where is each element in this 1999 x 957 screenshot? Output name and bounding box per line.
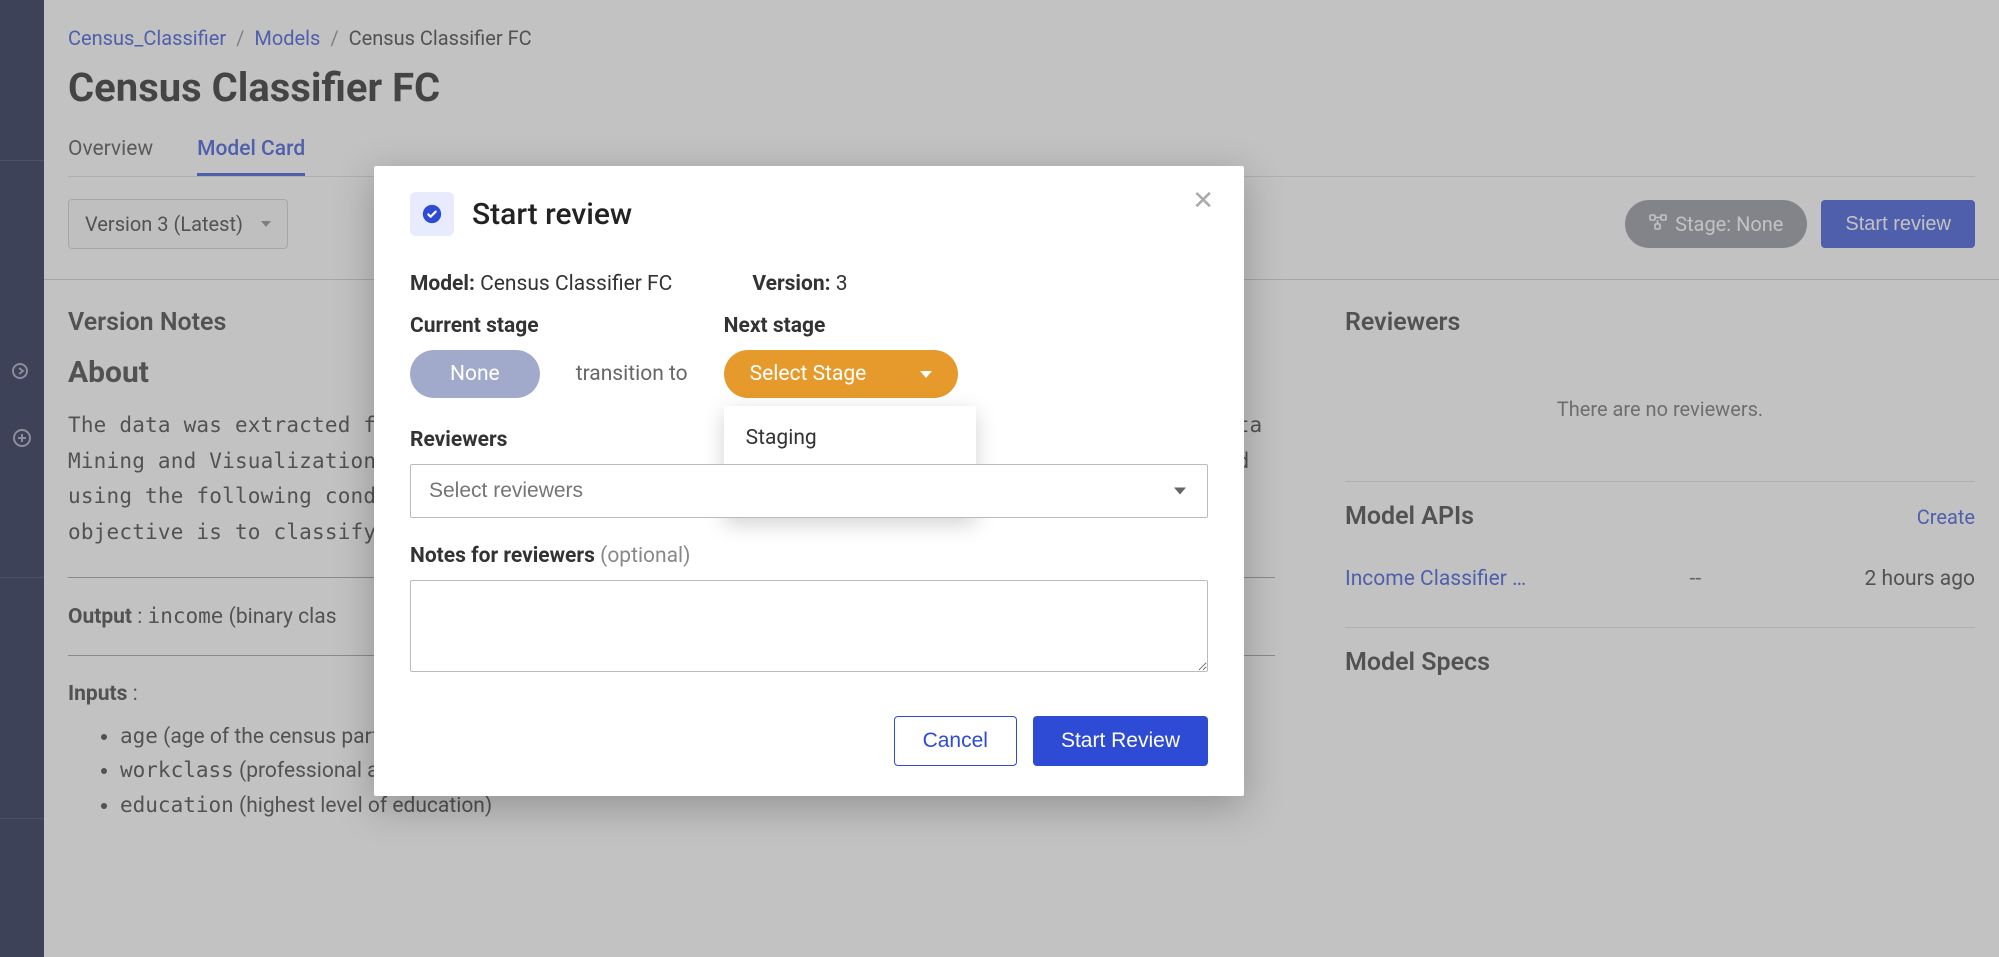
transition-to-label: transition to bbox=[576, 362, 688, 398]
current-stage-pill: None bbox=[410, 350, 540, 398]
cancel-button[interactable]: Cancel bbox=[894, 716, 1017, 766]
current-stage-label: Current stage bbox=[410, 314, 540, 338]
notes-textarea[interactable] bbox=[410, 580, 1208, 672]
start-review-modal: Start review ✕ Model: Census Classifier … bbox=[374, 166, 1244, 796]
chevron-down-icon bbox=[920, 371, 932, 378]
reviewers-input[interactable] bbox=[410, 464, 1208, 518]
next-stage-value: Select Stage bbox=[750, 362, 867, 386]
close-icon[interactable]: ✕ bbox=[1192, 188, 1214, 214]
next-stage-label: Next stage bbox=[724, 314, 959, 338]
notes-optional: (optional) bbox=[600, 544, 690, 568]
version-label: Version: bbox=[752, 272, 830, 296]
notes-label: Notes for reviewers bbox=[410, 544, 595, 568]
stage-option-staging[interactable]: Staging bbox=[724, 414, 976, 462]
modal-title: Start review bbox=[472, 197, 632, 232]
start-review-submit-button[interactable]: Start Review bbox=[1033, 716, 1208, 766]
model-value: Census Classifier FC bbox=[480, 272, 672, 296]
version-value: 3 bbox=[836, 272, 848, 296]
model-label: Model: bbox=[410, 272, 475, 296]
check-badge-icon bbox=[410, 192, 454, 236]
next-stage-dropdown[interactable]: Select Stage bbox=[724, 350, 959, 398]
